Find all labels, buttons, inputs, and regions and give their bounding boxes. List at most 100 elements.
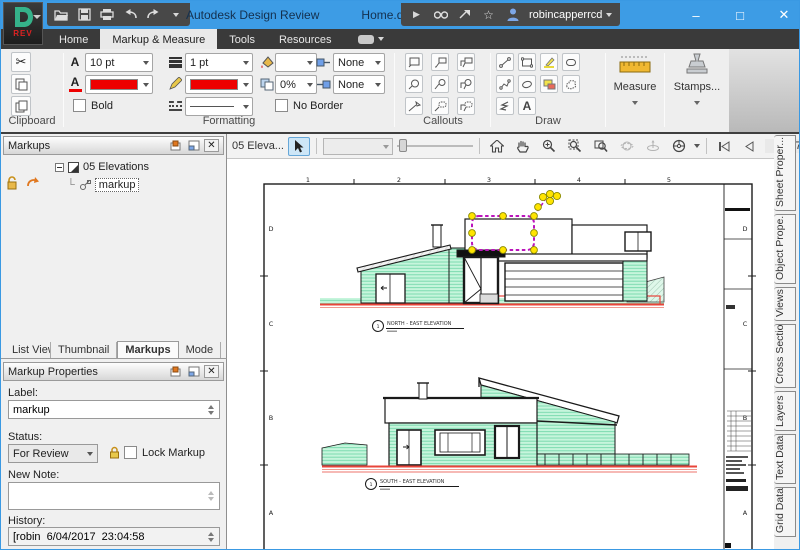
collapse-expander-icon[interactable] — [55, 163, 64, 172]
qat-customize-caret-icon[interactable] — [168, 7, 184, 23]
unlock-icon[interactable] — [6, 176, 18, 190]
tab-sheet-properties[interactable]: Sheet Proper... — [774, 135, 796, 211]
markup-redo-arrow-icon[interactable] — [26, 176, 40, 188]
arrow-start-select[interactable]: None — [333, 53, 385, 72]
markups-panel-close-icon[interactable]: ✕ — [204, 139, 219, 152]
line-color-select[interactable] — [185, 75, 253, 94]
sheet-name-label[interactable]: 05 Eleva... — [232, 140, 284, 152]
save-icon[interactable] — [76, 7, 92, 23]
open-file-icon[interactable] — [53, 7, 69, 23]
new-note-spinner[interactable] — [205, 484, 216, 508]
cloud-leader-callout-button[interactable] — [431, 97, 449, 115]
favorites-star-icon[interactable]: ☆ — [481, 7, 496, 22]
zoom-window-button[interactable] — [590, 137, 612, 156]
draw-rounded-rectangle-button[interactable] — [562, 53, 580, 71]
no-border-checkbox-box[interactable] — [275, 99, 288, 112]
paste-button[interactable] — [11, 74, 31, 94]
lock-markup-checkbox[interactable]: Lock Markup — [124, 446, 205, 459]
status-select[interactable]: For Review — [8, 444, 98, 463]
tab-thumbnail[interactable]: Thumbnail — [51, 342, 117, 358]
tab-markup-measure[interactable]: Markup & Measure — [100, 29, 217, 49]
properties-dock-icon[interactable] — [186, 365, 201, 379]
drawing-viewport[interactable]: 1 2 3 4 5 D C B A D C B A — [227, 159, 774, 550]
label-spinner[interactable] — [205, 402, 216, 417]
measure-button[interactable]: Measure — [608, 51, 662, 129]
tab-layers[interactable]: Layers — [774, 391, 796, 431]
arrow-callout-button[interactable] — [405, 97, 423, 115]
cloud-double-leader-callout-button[interactable] — [457, 97, 475, 115]
sheet-node-label[interactable]: 05 Elevations — [83, 161, 149, 173]
lock-markup-checkbox-box[interactable] — [124, 446, 137, 459]
application-menu-button[interactable]: REV — [3, 2, 43, 45]
transparency-select[interactable]: 0% — [275, 75, 317, 94]
orbit-tool-button[interactable] — [616, 137, 638, 156]
no-border-checkbox[interactable]: No Border — [275, 99, 343, 112]
tab-tools[interactable]: Tools — [217, 29, 267, 49]
properties-status-icon[interactable] — [168, 365, 183, 379]
tab-markups[interactable]: Markups — [117, 341, 178, 358]
zoom-slider-knob[interactable] — [399, 139, 407, 152]
undo-icon[interactable] — [122, 7, 138, 23]
tab-cross-sections[interactable]: Cross Sectio... — [774, 324, 796, 388]
cut-button[interactable]: ✂ — [11, 52, 31, 72]
copy-button[interactable] — [11, 96, 31, 116]
history-input[interactable] — [8, 527, 220, 546]
redo-icon[interactable] — [145, 7, 161, 23]
maximize-button[interactable]: □ — [731, 8, 749, 23]
tab-home[interactable]: Home — [47, 29, 100, 49]
draw-rectangle-button[interactable] — [518, 53, 536, 71]
home-view-button[interactable] — [486, 137, 508, 156]
arrow-end-select[interactable]: None — [333, 75, 385, 94]
markup-node-label[interactable]: markup — [95, 178, 140, 192]
zoom-tool-button[interactable] — [538, 137, 560, 156]
signed-in-user-menu[interactable]: robincapperrcd — [529, 9, 612, 21]
tab-grid-data[interactable]: Grid Data — [774, 487, 796, 537]
circle-double-leader-callout-button[interactable] — [457, 75, 475, 93]
tab-object-properties[interactable]: Object Prope... — [774, 214, 796, 284]
rectangle-callout-button[interactable] — [405, 53, 423, 71]
markups-tree-child-row[interactable]: └ markup — [67, 178, 139, 192]
draw-ellipse-button[interactable] — [518, 75, 536, 93]
pan-tool-button[interactable] — [512, 137, 534, 156]
first-page-button[interactable] — [713, 137, 735, 156]
dock-panel-icon[interactable] — [186, 139, 201, 153]
tab-list-view[interactable]: List View — [5, 342, 51, 358]
bold-checkbox-box[interactable] — [73, 99, 86, 112]
previous-page-button[interactable] — [739, 137, 761, 156]
circle-callout-button[interactable] — [405, 75, 423, 93]
line-weight-select[interactable]: 1 pt — [185, 53, 253, 72]
zoom-slider[interactable] — [397, 138, 473, 154]
draw-freeform-button[interactable] — [562, 75, 580, 93]
new-note-textarea[interactable] — [8, 482, 220, 510]
turntable-tool-button[interactable] — [642, 137, 664, 156]
play-tutorial-icon[interactable]: ▶ — [409, 7, 424, 22]
draw-line-button[interactable] — [496, 53, 514, 71]
label-input[interactable] — [8, 400, 220, 419]
draw-text-button[interactable]: A — [518, 97, 536, 115]
tab-text-data[interactable]: Text Data — [774, 434, 796, 484]
minimize-button[interactable]: – — [687, 8, 705, 23]
draw-polyline-button[interactable] — [496, 75, 514, 93]
select-tool-button[interactable] — [288, 137, 310, 156]
bold-checkbox[interactable]: Bold — [73, 99, 113, 112]
line-style-select[interactable] — [185, 97, 253, 116]
font-color-select[interactable] — [85, 75, 153, 94]
draw-shapes-button[interactable] — [540, 75, 558, 93]
search-binoculars-icon[interactable] — [433, 7, 448, 22]
tab-views[interactable]: Views — [774, 287, 796, 321]
tab-resources[interactable]: Resources — [267, 29, 344, 49]
properties-close-icon[interactable]: ✕ — [204, 365, 219, 378]
rectangle-double-leader-callout-button[interactable] — [457, 53, 475, 71]
draw-freehand-button[interactable] — [496, 97, 514, 115]
markups-tree-root-row[interactable]: 05 Elevations — [55, 161, 149, 173]
circle-leader-callout-button[interactable] — [431, 75, 449, 93]
fill-color-select[interactable] — [275, 53, 317, 72]
close-button[interactable]: ✕ — [775, 7, 793, 23]
communication-center-icon[interactable] — [457, 7, 472, 22]
font-size-select[interactable]: 10 pt — [85, 53, 153, 72]
print-icon[interactable] — [99, 7, 115, 23]
highlighter-button[interactable] — [540, 53, 558, 71]
steering-wheel-button[interactable] — [668, 137, 690, 156]
stamps-button[interactable]: Stamps... — [670, 51, 724, 129]
history-spinner[interactable] — [205, 529, 216, 544]
